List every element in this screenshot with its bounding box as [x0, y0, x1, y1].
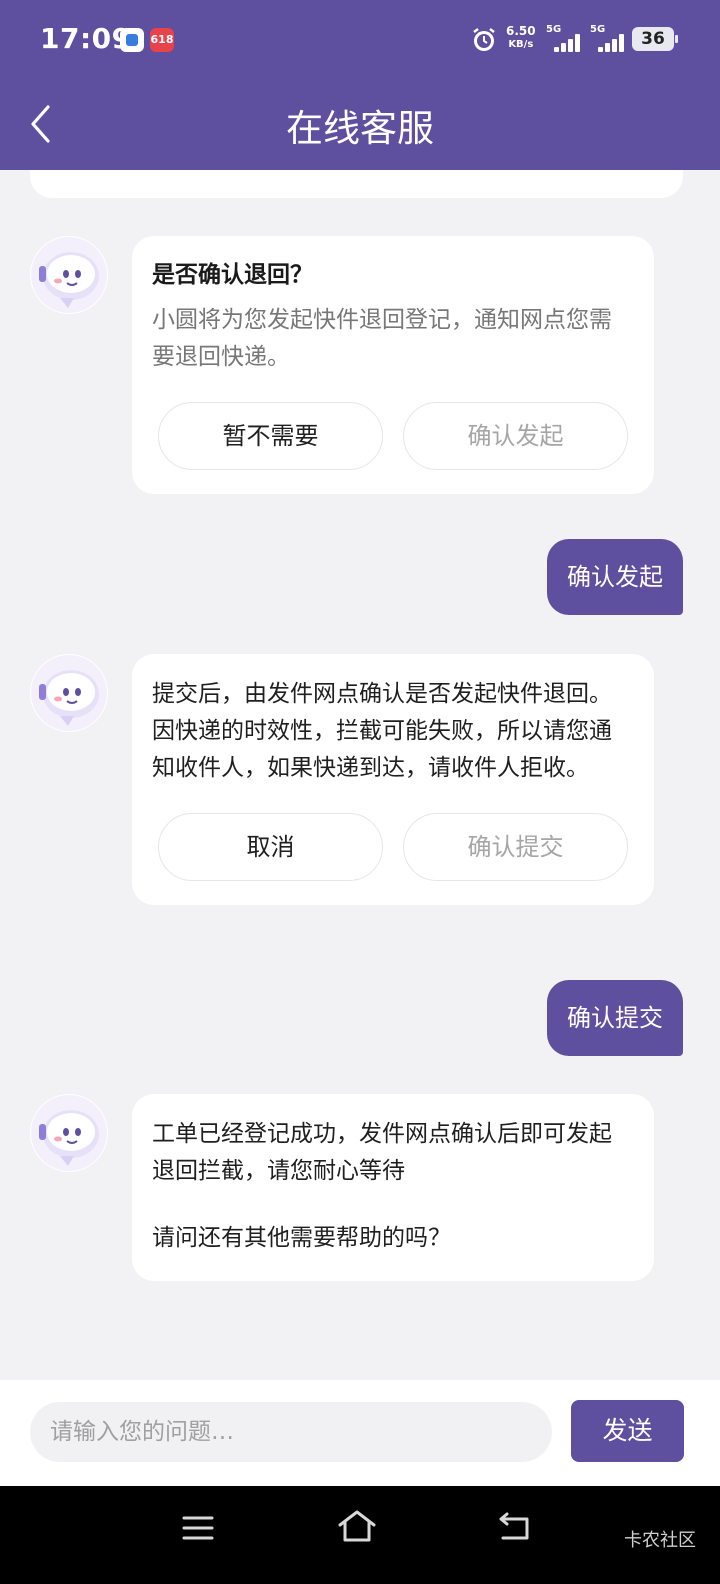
watermark-text: 卡农社区 — [624, 1530, 696, 1551]
menu-icon[interactable] — [182, 1514, 214, 1542]
status-time: 17:09 — [40, 22, 132, 55]
page-title: 在线客服 — [286, 107, 434, 150]
bot-message-card: 是否确认退回？ 小圆将为您发起快件退回登记，通知网点您需要退回快递。 暂不需要 … — [132, 236, 654, 494]
status-bar: 17:09 618 6.50 KB/s 5G 5G 36 — [0, 0, 720, 80]
user-message-bubble: 确认提交 — [547, 980, 683, 1056]
user-message-bubble: 确认发起 — [547, 539, 683, 615]
app-notification-icon — [120, 28, 144, 52]
system-nav-bar: 卡农社区 — [0, 1486, 720, 1584]
bot-avatar — [30, 236, 108, 314]
signal-icon: 5G — [546, 24, 586, 54]
message-text: 工单已经登记成功，发件网点确认后即可发起退回拦截，请您耐心等待 — [152, 1121, 612, 1184]
message-text: 提交后，由发件网点确认是否发起快件退回。因快递的时效性，拦截可能失败，所以请您通… — [152, 681, 612, 781]
question-input[interactable] — [30, 1402, 552, 1462]
app-header: 17:09 618 6.50 KB/s 5G 5G 36 在线客服 — [0, 0, 720, 170]
battery-icon: 36 — [632, 27, 678, 51]
back-nav-icon[interactable] — [497, 1510, 533, 1542]
chat-area[interactable]: 是否确认退回？ 小圆将为您发起快件退回登记，通知网点您需要退回快递。 暂不需要 … — [0, 170, 720, 1380]
net-speed-value: 6.50 — [506, 24, 536, 38]
shopping-app-icon: 618 — [150, 28, 174, 52]
bot-message-card: 工单已经登记成功，发件网点确认后即可发起退回拦截，请您耐心等待 请问还有其他需要… — [132, 1094, 654, 1281]
net-speed-unit: KB/s — [508, 39, 534, 50]
confirm-initiate-button[interactable]: 确认发起 — [403, 402, 628, 470]
bot-avatar — [30, 654, 108, 732]
confirm-question-title: 是否确认退回？ — [152, 262, 313, 288]
message-text: 小圆将为您发起快件退回登记，通知网点您需要退回快递。 — [152, 307, 612, 370]
alarm-icon — [473, 28, 495, 51]
confirm-submit-button[interactable]: 确认提交 — [403, 813, 628, 881]
home-icon[interactable] — [337, 1508, 377, 1544]
send-button[interactable]: 发送 — [571, 1400, 684, 1462]
network-speed: 6.50 KB/s — [506, 24, 536, 52]
follow-up-question: 请问还有其他需要帮助的吗？ — [152, 1225, 451, 1251]
message-input-bar: 发送 — [0, 1380, 720, 1486]
previous-message-card — [30, 170, 683, 198]
cancel-button[interactable]: 取消 — [158, 813, 383, 881]
bot-message-card: 提交后，由发件网点确认是否发起快件退回。因快递的时效性，拦截可能失败，所以请您通… — [132, 654, 654, 905]
decline-button[interactable]: 暂不需要 — [158, 402, 383, 470]
signal-icon: 5G — [590, 24, 630, 54]
bot-avatar — [30, 1094, 108, 1172]
